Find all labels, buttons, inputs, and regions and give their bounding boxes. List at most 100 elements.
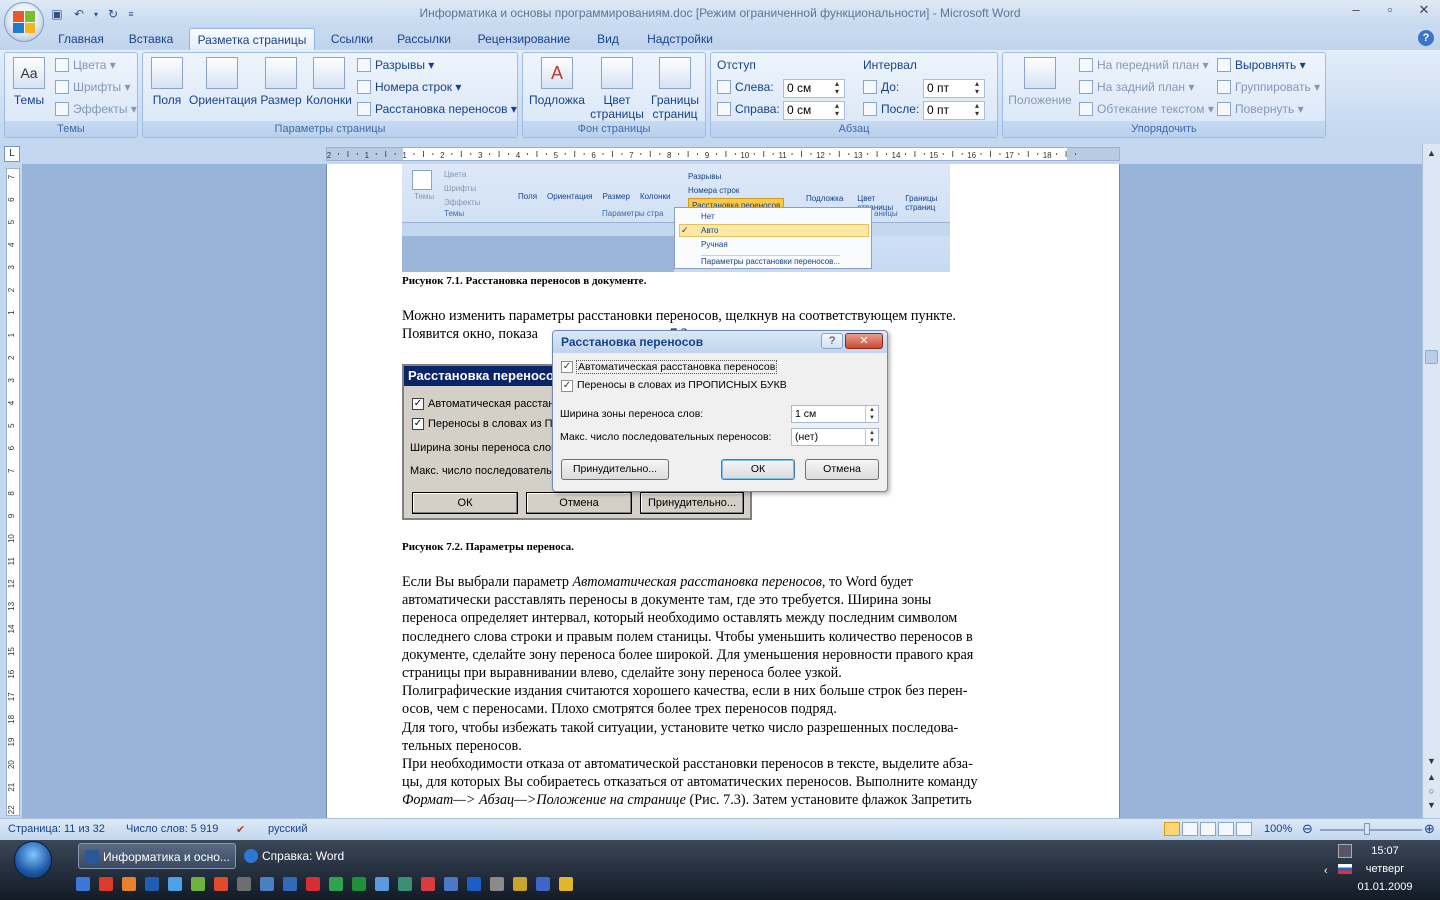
start-button[interactable] [4,840,62,880]
align-button[interactable]: Выровнять ▾ [1217,55,1306,75]
quick-launch-icon[interactable] [306,877,320,891]
tab-insert[interactable]: Вставка [118,28,184,50]
quick-launch-icon[interactable] [490,877,504,891]
print-layout-icon[interactable] [1164,822,1180,836]
quick-launch-icon[interactable] [99,877,113,891]
browse-object-icon[interactable]: ○ [1425,786,1438,798]
max-consecutive-spin-icon[interactable]: ▲ ▼ [865,429,878,445]
quick-launch-icon[interactable] [168,877,182,891]
quick-launch-icon[interactable] [145,877,159,891]
scroll-down-icon[interactable]: ▼ [1425,756,1438,768]
draft-icon[interactable] [1236,822,1252,836]
text-wrap-button[interactable]: Обтекание текстом ▾ [1079,99,1214,119]
send-back-button[interactable]: На задний план ▾ [1079,77,1194,97]
minimize-icon[interactable]: – [1344,2,1368,18]
tab-page-layout[interactable]: Разметка страницы [189,28,315,50]
effects-button[interactable]: Эффекты ▾ [55,99,137,119]
auto-hyphenate-label[interactable]: Автоматическая расстановка переносов [576,360,778,374]
scroll-thumb[interactable] [1425,350,1438,364]
office-button[interactable] [4,2,44,42]
word-count[interactable]: Число слов: 5 919 [126,823,218,835]
page-color-button[interactable]: Цвет страницы [589,57,645,121]
spellcheck-icon[interactable]: ✔ [236,823,245,836]
orientation-button[interactable]: Ориентация [189,57,257,107]
quick-launch-icon[interactable] [375,877,389,891]
next-page-icon[interactable]: ▼ [1425,800,1438,812]
quick-launch-icon[interactable] [421,877,435,891]
ok-button[interactable]: ОК [721,459,795,480]
hyphenation-button[interactable]: Расстановка переносов ▾ [357,99,517,119]
auto-hyphenate-checkbox[interactable]: ✓ [561,361,573,373]
taskbar-word[interactable]: Информатика и осно... [78,843,236,869]
dialog-close-icon[interactable]: ✕ [845,333,883,349]
full-screen-icon[interactable] [1182,822,1198,836]
watermark-button[interactable]: A Подложка [527,57,587,107]
bring-front-button[interactable]: На передний план ▾ [1079,55,1208,75]
indent-left-input[interactable]: 0 см [783,79,845,98]
themes-button[interactable]: Aa Темы [9,57,49,107]
web-layout-icon[interactable] [1200,822,1216,836]
page-count[interactable]: Страница: 11 из 32 [8,823,105,835]
quick-launch-icon[interactable] [467,877,481,891]
undo-icon[interactable]: ↶ [70,5,88,23]
tab-stop-selector[interactable]: L [4,146,20,162]
scroll-up-icon[interactable]: ▲ [1425,148,1438,160]
zoom-in-icon[interactable]: ⊕ [1424,821,1435,837]
page-borders-button[interactable]: Границы страниц [647,57,703,121]
save-icon[interactable]: ▣ [48,5,66,23]
clock[interactable]: 15:07 четверг 01.01.2009 [1330,843,1440,897]
close-icon[interactable]: ✕ [1412,2,1436,18]
undo-dropdown-icon[interactable]: ▾ [92,5,100,23]
size-button[interactable]: Размер [259,57,303,107]
columns-button[interactable]: Колонки [305,57,353,107]
prev-page-icon[interactable]: ▲ [1425,772,1438,784]
tray-expand-icon[interactable]: ‹ [1324,865,1328,877]
quick-launch-icon[interactable] [513,877,527,891]
horizontal-ruler[interactable]: 2 1 1 2 3 4 5 6 7 8 9 10 11 12 13 14 15 16 17 18 [326,147,1120,161]
spacing-before-input[interactable]: 0 пт [923,79,985,98]
zone-width-spin-icon[interactable]: ▲ ▼ [865,406,878,422]
quick-launch-icon[interactable] [191,877,205,891]
breaks-button[interactable]: Разрывы ▾ [357,55,434,75]
quick-launch-icon[interactable] [536,877,550,891]
tab-mailings[interactable]: Рассылки [390,28,458,50]
quick-launch-icon[interactable] [214,877,228,891]
quick-launch-icon[interactable] [444,877,458,891]
customize-toolbar-icon[interactable]: ≡ [126,5,136,23]
quick-launch-icon[interactable] [559,877,573,891]
zoom-out-icon[interactable]: ⊖ [1302,821,1313,837]
rotate-button[interactable]: Повернуть ▾ [1217,99,1304,119]
quick-launch-icon[interactable] [283,877,297,891]
tab-addins[interactable]: Надстройки [638,28,722,50]
group-button[interactable]: Группировать ▾ [1217,77,1320,97]
quick-launch-icon[interactable] [329,877,343,891]
caps-hyphenate-label[interactable]: Переносы в словах из ПРОПИСНЫХ БУКВ [577,379,787,391]
margins-button[interactable]: Поля [149,57,185,107]
manual-button[interactable]: Принудительно... [561,459,669,480]
zone-width-input[interactable]: 1 см ▲ ▼ [791,405,879,423]
quick-launch-icon[interactable] [76,877,90,891]
max-consecutive-input[interactable]: (нет) ▲ ▼ [791,428,879,446]
zoom-slider-thumb[interactable] [1364,823,1370,835]
help-icon[interactable]: ? [1418,30,1434,46]
quick-launch-icon[interactable] [122,877,136,891]
position-button[interactable]: Положение [1005,57,1075,107]
tab-view[interactable]: Вид [590,28,626,50]
vertical-scrollbar[interactable]: ▲ ▼ ▲ ○ ▼ [1422,144,1440,818]
outline-icon[interactable] [1218,822,1234,836]
dialog-help-icon[interactable]: ? [821,333,843,349]
tab-home[interactable]: Главная [46,28,116,50]
redo-icon[interactable]: ↻ [104,5,122,23]
indent-right-input[interactable]: 0 см [783,101,845,120]
caps-hyphenate-checkbox[interactable]: ✓ [561,380,573,392]
quick-launch-icon[interactable] [352,877,366,891]
colors-button[interactable]: Цвета ▾ [55,55,116,75]
zoom-slider[interactable] [1320,829,1422,831]
quick-launch-icon[interactable] [260,877,274,891]
cancel-button[interactable]: Отмена [805,459,879,480]
taskbar-help[interactable]: Справка: Word [238,843,396,869]
zoom-level[interactable]: 100% [1264,823,1292,835]
tab-references[interactable]: Ссылки [322,28,382,50]
maximize-icon[interactable]: ▫ [1378,2,1402,18]
language[interactable]: русский [268,823,307,835]
